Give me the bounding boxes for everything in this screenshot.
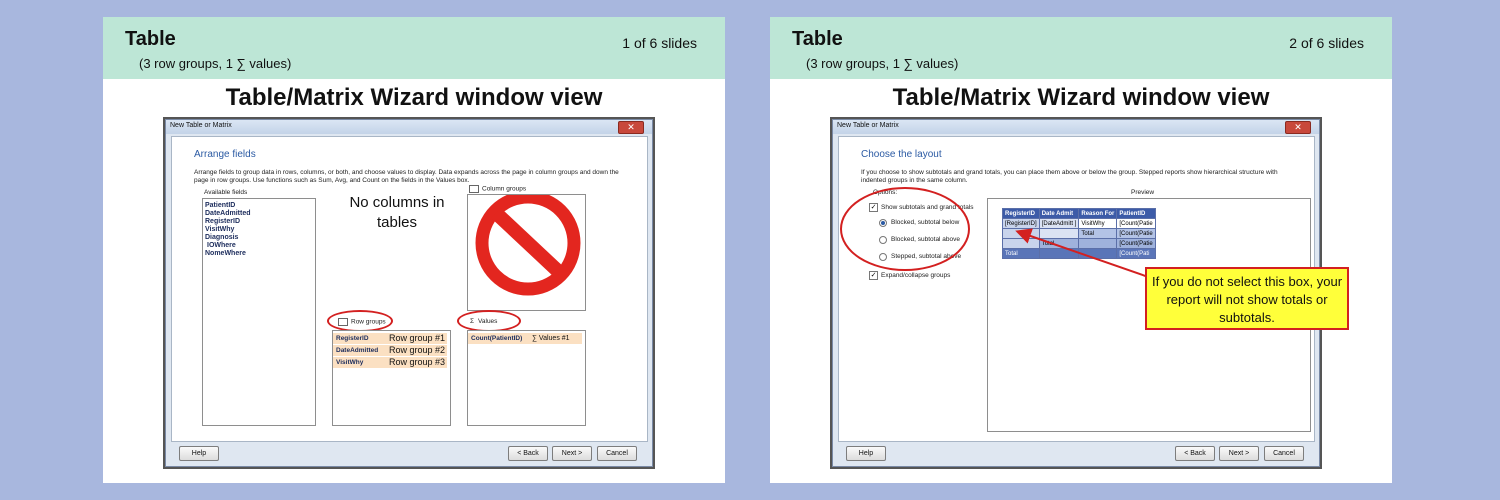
preview-cell: Total xyxy=(1038,238,1080,249)
preview-cell xyxy=(1038,248,1080,259)
slide-subtitle: (3 row groups, 1 ∑ values) xyxy=(806,56,959,71)
slide-header: Table (3 row groups, 1 ∑ values) 2 of 6 … xyxy=(770,17,1392,79)
list-item[interactable]: NomeWhere xyxy=(203,250,315,258)
close-button[interactable]: ✕ xyxy=(618,121,644,134)
preview-cell: Total xyxy=(1078,228,1118,239)
wizard-client: Choose the layout If you choose to show … xyxy=(838,136,1349,442)
help-button[interactable]: Help xyxy=(846,446,886,461)
preview-cell: [Count(Patie xyxy=(1116,228,1156,239)
slide-subtitle: (3 row groups, 1 ∑ values) xyxy=(139,56,292,71)
wizard-page-title: Arrange fields xyxy=(194,149,256,160)
list-item[interactable]: DateAdmitted xyxy=(203,210,315,218)
row-group-field: VisitWhy xyxy=(336,359,364,366)
list-item[interactable]: IOWhere xyxy=(203,242,315,250)
slide-title: Table xyxy=(125,28,176,50)
close-button[interactable]: ✕ xyxy=(1285,121,1311,134)
slide-count: 1 of 6 slides xyxy=(622,35,697,51)
preview-header: Reason For xyxy=(1078,208,1118,219)
expand-collapse-checkbox[interactable]: ✓ xyxy=(869,271,878,280)
preview-cell: [Count(Patie xyxy=(1116,218,1156,229)
list-item[interactable]: PatientID xyxy=(203,202,315,210)
next-button[interactable]: Next > xyxy=(1219,446,1259,461)
preview-cell: [Count(Pati xyxy=(1116,248,1156,259)
window-titlebar: New Table or Matrix ✕ xyxy=(833,120,1319,134)
wizard-window: New Table or Matrix ✕ Choose the layout … xyxy=(832,119,1349,467)
cancel-button[interactable]: Cancel xyxy=(597,446,637,461)
window-title: New Table or Matrix xyxy=(837,122,899,129)
value-note: ∑ Values #1 xyxy=(532,335,570,342)
preview-table: RegisterID Date Admit Reason For Patient… xyxy=(1002,208,1156,259)
help-button[interactable]: Help xyxy=(179,446,219,461)
list-item[interactable]: Diagnosis xyxy=(203,234,315,242)
next-button[interactable]: Next > xyxy=(552,446,592,461)
preview-header: PatientID xyxy=(1116,208,1156,219)
window-title: New Table or Matrix xyxy=(170,122,232,129)
column-groups-label: Column groups xyxy=(469,185,526,193)
preview-cell xyxy=(1002,228,1040,239)
preview-cell xyxy=(1038,228,1080,239)
row-group-note: Row group #3 xyxy=(389,357,446,367)
preview-cell: [RegisterID] xyxy=(1002,218,1040,229)
preview-header: RegisterID xyxy=(1002,208,1040,219)
wizard-description: Arrange fields to group data in rows, co… xyxy=(194,169,619,184)
options-callout xyxy=(840,187,970,271)
row-group-field: RegisterID xyxy=(336,335,369,342)
expand-collapse-label: Expand/collapse groups xyxy=(881,272,951,279)
preview-label: Preview xyxy=(1131,189,1155,196)
preview-cell xyxy=(1078,248,1118,259)
row-group-item[interactable]: DateAdmitted Row group #2 xyxy=(333,345,447,356)
list-item[interactable]: VisitWhy xyxy=(203,226,315,234)
available-fields-list[interactable]: PatientID DateAdmitted RegisterID VisitW… xyxy=(202,198,316,426)
wizard-window: New Table or Matrix ✕ Arrange fields Arr… xyxy=(165,119,653,467)
values-callout xyxy=(457,310,521,332)
preview-cell: VisitWhy xyxy=(1078,218,1118,229)
row-groups-callout xyxy=(327,310,393,332)
no-columns-note: No columns in tables xyxy=(349,194,445,231)
slide-heading: Table/Matrix Wizard window view xyxy=(225,84,603,111)
row-group-item[interactable]: VisitWhy Row group #3 xyxy=(333,357,447,368)
prohibition-icon xyxy=(475,195,581,296)
back-button[interactable]: < Back xyxy=(508,446,548,461)
slide-1: Table (3 row groups, 1 ∑ values) 1 of 6 … xyxy=(103,17,725,483)
preview-cell xyxy=(1078,238,1118,249)
back-button[interactable]: < Back xyxy=(1175,446,1215,461)
slide-count: 2 of 6 slides xyxy=(1289,35,1364,51)
row-group-note: Row group #1 xyxy=(389,333,446,343)
cancel-button[interactable]: Cancel xyxy=(1264,446,1304,461)
preview-cell: Total xyxy=(1002,248,1040,259)
wizard-footer: Help < Back Next > Cancel xyxy=(833,442,1319,466)
wizard-description: If you choose to show subtotals and gran… xyxy=(861,169,1278,184)
table-icon xyxy=(469,185,479,193)
preview-cell: [DateAdmitt ] xyxy=(1038,218,1080,229)
slide-2: Table (3 row groups, 1 ∑ values) 2 of 6 … xyxy=(770,17,1392,483)
wizard-client: Arrange fields Arrange fields to group d… xyxy=(171,136,648,442)
slide-heading: Table/Matrix Wizard window view xyxy=(892,84,1270,111)
row-groups-box[interactable]: RegisterID Row group #1 DateAdmitted Row g… xyxy=(332,330,451,426)
totals-callout-note: If you do not select this box, your repo… xyxy=(1145,267,1349,330)
list-item[interactable]: RegisterID xyxy=(203,218,315,226)
value-field: Count(PatientID) xyxy=(471,335,523,342)
preview-cell: [Count(Patie xyxy=(1116,238,1156,249)
preview-cell xyxy=(1002,238,1040,249)
window-titlebar: New Table or Matrix ✕ xyxy=(166,120,652,134)
preview-header: Date Admit xyxy=(1038,208,1080,219)
available-fields-label: Available fields xyxy=(204,189,248,196)
row-group-field: DateAdmitted xyxy=(336,347,379,354)
slide-header: Table (3 row groups, 1 ∑ values) 1 of 6 … xyxy=(103,17,725,79)
row-group-note: Row group #2 xyxy=(389,345,446,355)
values-box[interactable]: Count(PatientID) ∑ Values #1 xyxy=(467,330,586,426)
column-groups-text: Column groups xyxy=(482,185,527,193)
column-groups-box[interactable] xyxy=(467,194,586,311)
wizard-footer: Help < Back Next > Cancel xyxy=(166,442,652,466)
slide-title: Table xyxy=(792,28,843,50)
row-group-item[interactable]: RegisterID Row group #1 xyxy=(333,333,447,344)
value-item[interactable]: Count(PatientID) ∑ Values #1 xyxy=(468,333,582,344)
wizard-page-title: Choose the layout xyxy=(861,149,942,160)
